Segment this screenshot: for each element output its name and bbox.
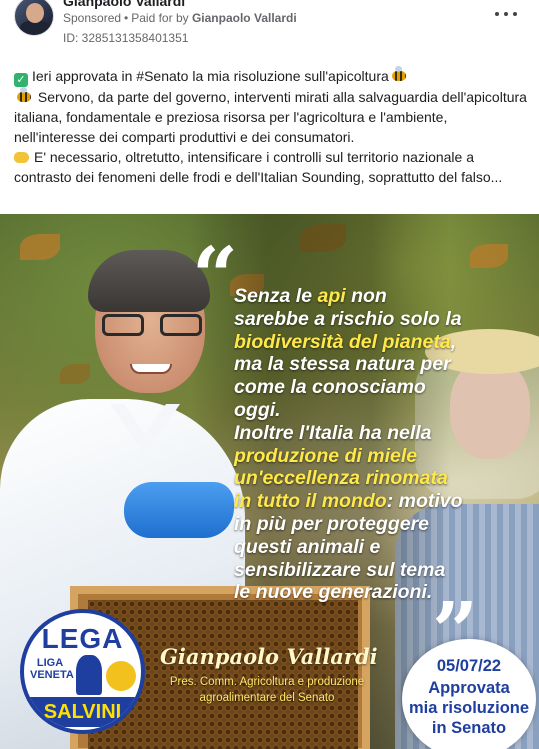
post-line-6[interactable]: contrasto dei fenomeni delle frodi e del…	[14, 167, 528, 187]
quote-highlight: api	[317, 285, 346, 307]
post-line-1: ✓ Ieri approvata in #Senato la mia risolu…	[14, 66, 528, 87]
lega-logo: LEGA LIGA VENETA SALVINI	[20, 609, 145, 734]
quote-line: Senza le api non	[234, 285, 387, 307]
ad-image[interactable]: “ Senza le api non sarebbe a rischio solo…	[0, 214, 539, 749]
quote-line: ma la stessa natura per	[234, 353, 451, 376]
payer-name[interactable]: Gianpaolo Vallardi	[192, 11, 297, 25]
paid-for-prefix: Paid for by	[131, 11, 189, 25]
quote-highlight: un'eccellenza rinomata	[234, 467, 448, 490]
post-body-text: ✓ Ieri approvata in #Senato la mia risolu…	[14, 66, 528, 187]
quote-line: in tutto il mondo: motivo	[234, 490, 463, 513]
quote-line: Inoltre l'Italia ha nella	[234, 421, 432, 444]
quote-line: biodiversità del pianeta,	[234, 330, 457, 353]
signature: Gianpaolo Vallardi	[160, 644, 378, 669]
quote-line: oggi.	[234, 398, 281, 421]
quote-line: questi animali e	[234, 535, 381, 558]
quote-highlight: in tutto il mondo	[234, 490, 387, 513]
post-line-5: E' necessario, oltretutto, intensificare…	[14, 147, 528, 167]
ad-id: ID: 3285131358401351	[63, 31, 189, 45]
quote-line: sarebbe a rischio solo la	[234, 307, 462, 330]
quote-line: sensibilizzare sul tema	[234, 558, 446, 581]
quote-highlight: produzione di miele	[234, 444, 418, 467]
separator: •	[124, 11, 129, 25]
quote-line: in più per proteggere	[234, 512, 430, 535]
approval-badge: 05/07/22 Approvata mia risoluzione in Se…	[402, 639, 536, 749]
author-avatar[interactable]	[14, 0, 54, 36]
more-options-icon[interactable]	[495, 6, 517, 22]
quote-line: produzione di miele	[234, 445, 524, 468]
blue-glove	[124, 482, 234, 538]
pointing-hand-icon	[14, 152, 29, 163]
bee-icon	[17, 87, 31, 102]
sponsored-line: Sponsored • Paid for by Gianpaolo Vallardi	[63, 11, 297, 25]
author-name[interactable]: Gianpaolo Vallardi	[63, 0, 185, 9]
quote-line: le nuove generazioni.	[234, 581, 433, 604]
quote-line: un'eccellenza rinomata	[234, 467, 524, 490]
quote-text: Senza le api non sarebbe a rischio solo l…	[234, 285, 524, 604]
quote-open-icon: “	[192, 229, 239, 323]
quote-highlight: biodiversità del pianeta	[234, 330, 451, 353]
post-header: Gianpaolo Vallardi Sponsored • Paid for by…	[0, 0, 539, 56]
check-mark-icon: ✓	[14, 73, 28, 87]
post-line-2: Servono, da parte del governo, intervent…	[14, 87, 528, 107]
post-line-3: italiana, fondamentale e preziosa risors…	[14, 109, 448, 125]
role-caption: Pres. Comm. Agricoltura e produzione agr…	[169, 676, 365, 704]
bee-icon	[391, 66, 406, 81]
quote-line: come la conosciamo	[234, 376, 426, 399]
sponsored-label: Sponsored	[63, 11, 122, 25]
post-line-4: nell'interesse dei comparti produttivi e…	[14, 129, 355, 145]
